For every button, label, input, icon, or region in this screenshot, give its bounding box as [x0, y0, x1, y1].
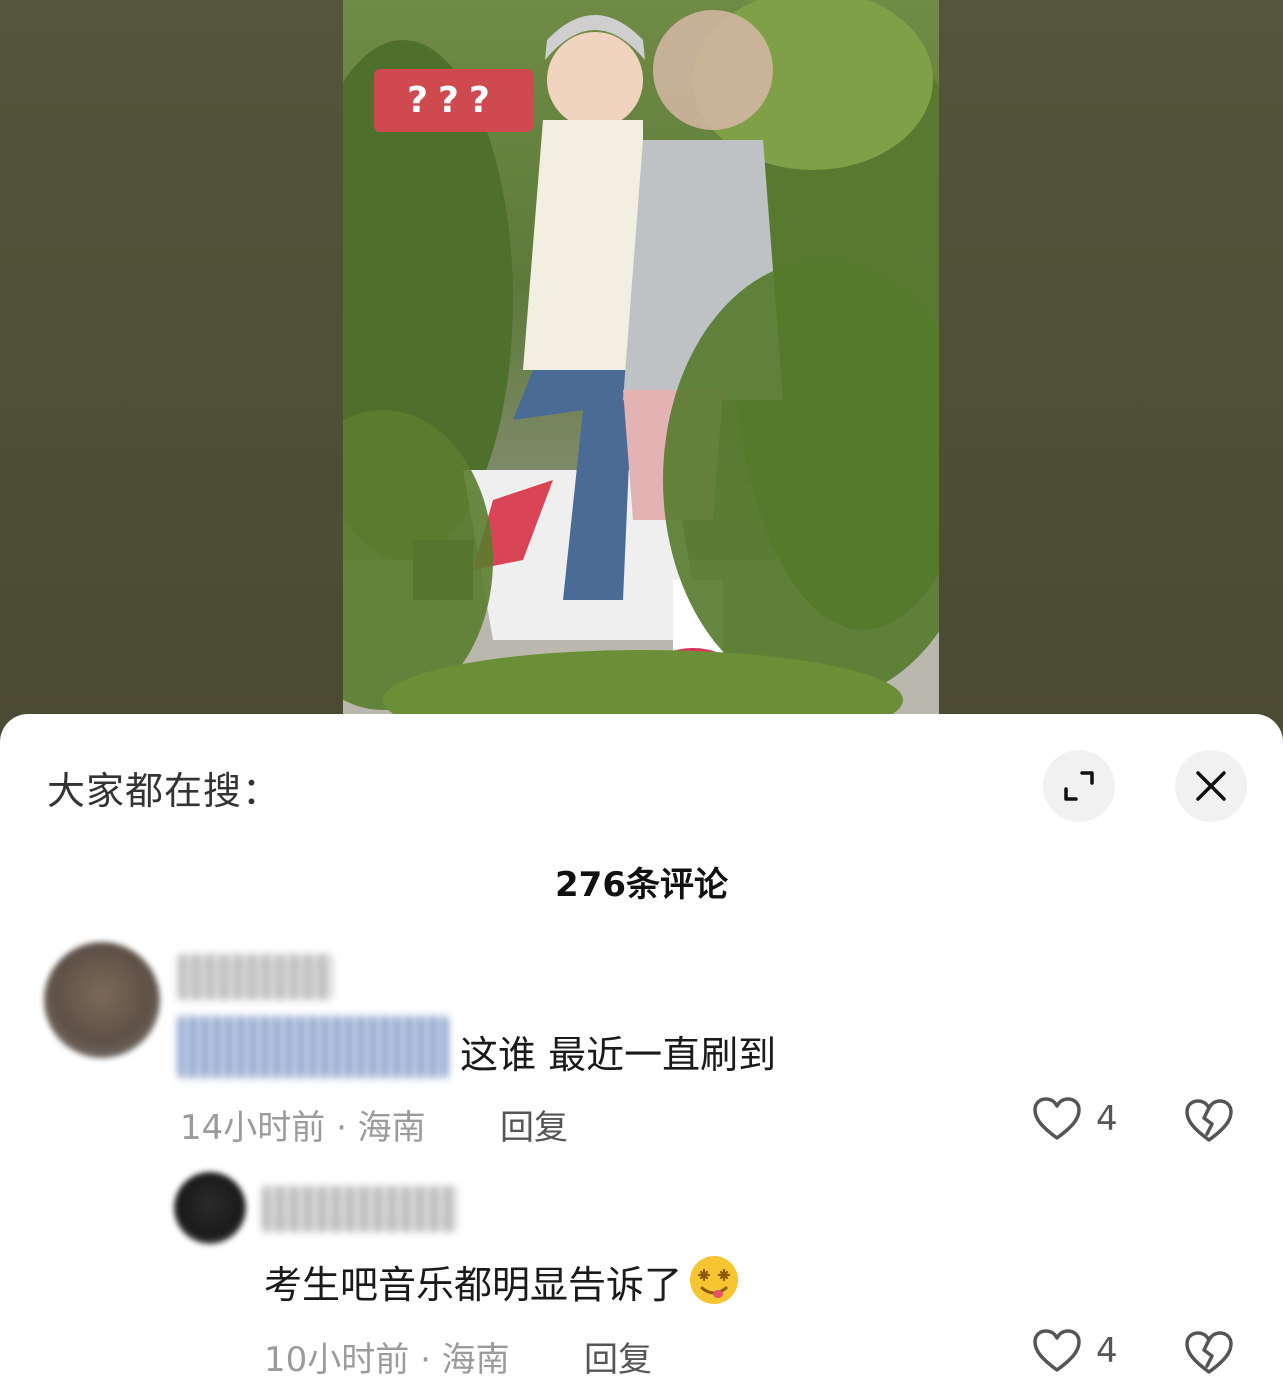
expand-button[interactable]	[1043, 750, 1115, 822]
comment-time-location: 10小时前 · 海南	[264, 1340, 510, 1380]
username-blurred[interactable]	[178, 954, 333, 1000]
like-button[interactable]: 4	[1032, 1096, 1118, 1142]
comment-count: 276条评论	[555, 865, 728, 905]
like-count: 4	[1096, 1099, 1118, 1139]
reply-button[interactable]: 回复	[500, 1100, 568, 1149]
comment-text: 这谁 最近一直刷到	[460, 1033, 777, 1077]
expand-icon	[1064, 771, 1094, 801]
dizzy-face-emoji-icon	[690, 1256, 739, 1304]
search-suggestion-label: 大家都在搜：	[47, 769, 282, 813]
comment-prefix-blurred	[178, 1016, 448, 1078]
comments-sheet: 大家都在搜： 276条评论 这谁 最近一直刷到 14小时前 · 海南 回复 4 …	[0, 714, 1283, 1398]
video-player[interactable]: ???	[343, 0, 939, 716]
heart-icon	[1033, 1097, 1081, 1140]
avatar[interactable]	[174, 1172, 246, 1244]
dislike-button[interactable]	[1184, 1330, 1234, 1380]
heart-icon	[1033, 1329, 1081, 1372]
like-button[interactable]: 4	[1032, 1328, 1118, 1374]
username-blurred[interactable]	[262, 1186, 458, 1232]
comment-text-content: 考生吧音乐都明显告诉了	[264, 1263, 683, 1307]
broken-heart-icon	[1185, 1331, 1233, 1374]
close-button[interactable]	[1175, 750, 1247, 822]
avatar[interactable]	[44, 942, 160, 1058]
close-icon	[1196, 771, 1226, 801]
broken-heart-icon	[1185, 1099, 1233, 1142]
comment-time-location: 14小时前 · 海南	[180, 1108, 426, 1148]
reply-button[interactable]: 回复	[584, 1332, 652, 1381]
comment-text: 考生吧音乐都明显告诉了	[264, 1254, 740, 1309]
video-overlay-tag: ???	[374, 69, 533, 132]
dislike-button[interactable]	[1184, 1098, 1234, 1148]
like-count: 4	[1096, 1331, 1118, 1371]
